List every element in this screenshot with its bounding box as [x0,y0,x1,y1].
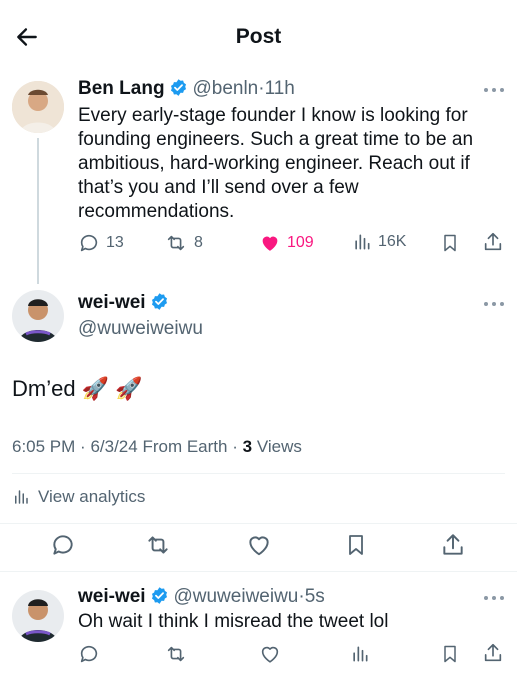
verified-badge-icon [150,586,169,610]
analytics-icon [355,234,370,250]
views-count: 16K [378,233,407,250]
thread-line [37,138,39,284]
bookmark-icon[interactable] [440,643,460,665]
heart-filled-icon [262,236,278,251]
avatar[interactable] [12,290,64,342]
like-button[interactable]: 109 [259,232,314,254]
post-time[interactable]: 11h [265,78,295,99]
separator-dot: · [232,437,238,456]
views-label: Views [256,437,302,456]
rocket-emoji: 🚀 🚀 [81,376,143,401]
repost-icon[interactable] [144,532,172,558]
post-text: Every early-stage founder I know is look… [78,105,474,222]
author-handle[interactable]: @benln [192,78,258,99]
view-analytics-label: View analytics [38,487,146,506]
more-options-icon[interactable] [483,86,505,94]
author-handle[interactable]: @wuweiweiwu [173,586,298,607]
divider [12,473,505,474]
reply-button[interactable]: 13 [78,232,124,254]
views-button[interactable]: 16K [352,232,406,252]
divider [0,523,517,524]
reply-icon [80,234,98,252]
author-name[interactable]: Ben Lang [78,78,165,99]
views-count: 3 [242,437,253,456]
verified-badge-icon [169,78,188,102]
reply-count: 13 [106,234,124,251]
avatar[interactable] [12,81,64,133]
page-title: Post [235,25,282,48]
avatar[interactable] [12,590,64,642]
bookmark-icon[interactable] [440,232,460,254]
analytics-icon [15,490,28,504]
share-icon[interactable] [482,230,504,254]
post-source: From Earth [142,437,228,456]
author-name[interactable]: wei-wei [78,292,146,313]
divider [0,571,517,572]
more-options-icon[interactable] [483,594,505,602]
reply-icon[interactable] [78,643,100,665]
like-count: 109 [287,234,314,251]
more-options-icon[interactable] [483,300,505,308]
repost-button[interactable]: 8 [164,232,203,254]
post-text: Oh wait I think I misread the tweet lol [78,611,389,632]
repost-icon [167,235,185,251]
post-date[interactable]: 6/3/24 [90,437,137,456]
post-text: Dm’ed [12,376,76,401]
heart-icon[interactable] [259,643,281,665]
reply-icon[interactable] [50,532,76,558]
bookmark-icon[interactable] [344,532,368,558]
repost-icon[interactable] [164,643,188,665]
share-icon[interactable] [440,531,466,559]
heart-icon[interactable] [246,532,272,558]
repost-count: 8 [194,234,203,251]
post-time[interactable]: 6:05 PM [12,437,75,456]
post-time[interactable]: 5s [305,586,325,607]
author-handle[interactable]: @wuweiweiwu [78,318,203,340]
separator-dot: · [80,437,86,456]
verified-badge-icon [150,292,169,316]
author-name[interactable]: wei-wei [78,586,146,607]
view-analytics-link[interactable]: View analytics [12,487,145,507]
share-icon[interactable] [482,641,504,665]
analytics-icon[interactable] [350,644,370,664]
